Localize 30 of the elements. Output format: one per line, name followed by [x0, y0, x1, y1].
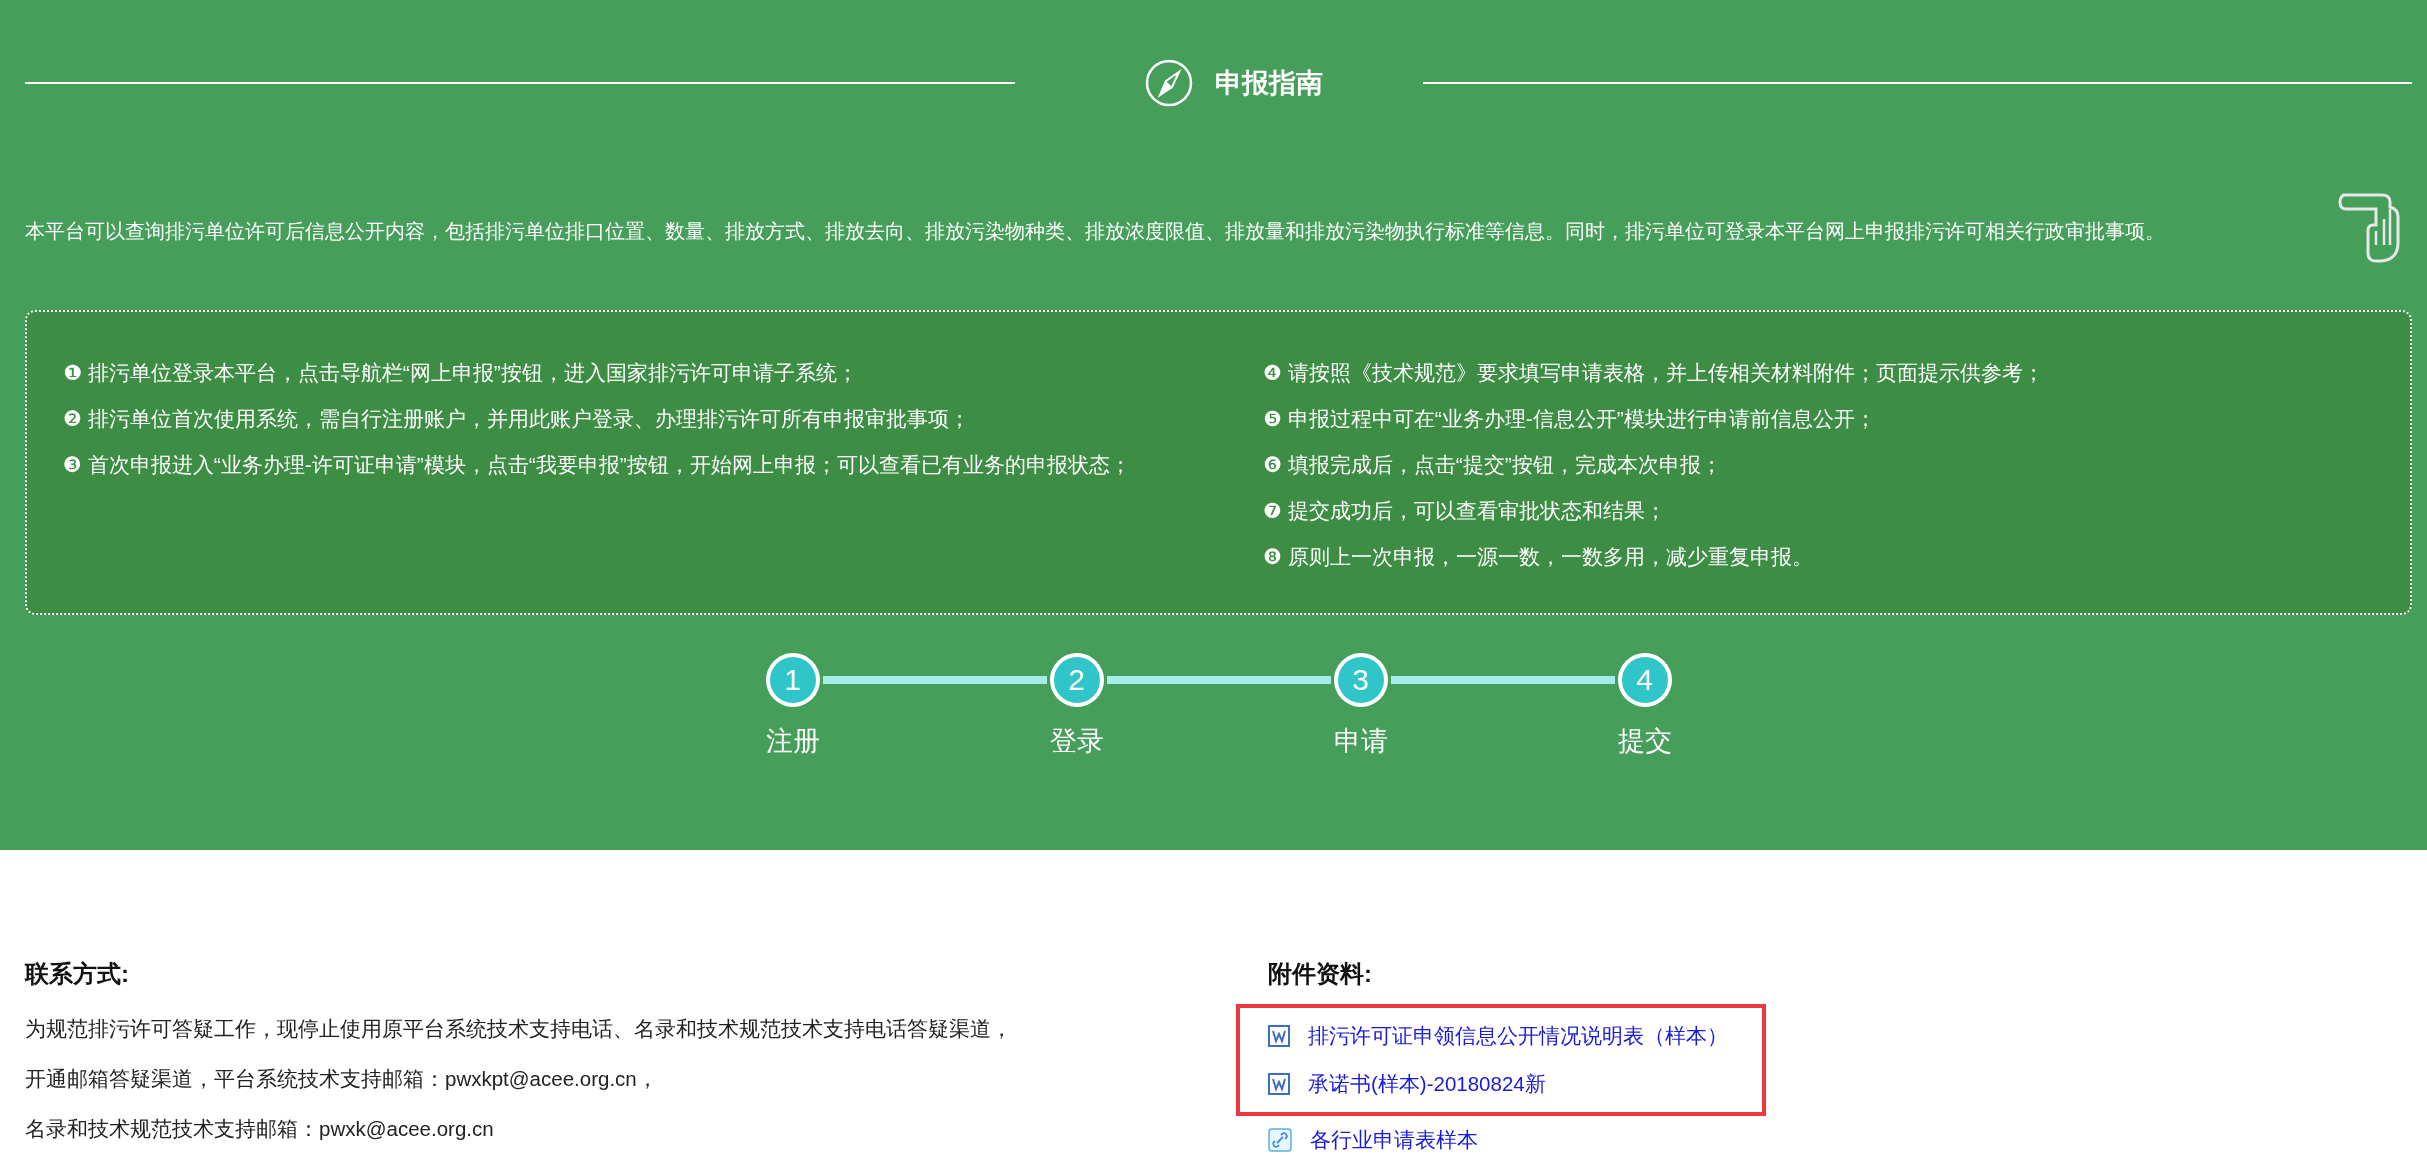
contact-text: 名录和技术规范技术支持邮箱：pwxk@acee.org.cn: [25, 1116, 494, 1142]
instruction-item: ❶ 排污单位登录本平台，点击导航栏“网上申报”按钮，进入国家排污许可申请子系统；: [63, 360, 859, 386]
step-label: 提交: [1617, 725, 1672, 758]
step-number: 4: [1617, 653, 1672, 707]
word-document-icon: [1268, 1073, 1290, 1095]
section-title: 申报指南: [1214, 66, 1323, 100]
attachments-heading: 附件资料:: [1268, 959, 1373, 989]
contact-text: 开通邮箱答疑渠道，平台系统技术支持邮箱：pwxkpt@acee.org.cn，: [25, 1066, 658, 1092]
instruction-item: ❷ 排污单位首次使用系统，需自行注册账户，并用此账户登录、办理排污许可所有申报审批事项；: [63, 406, 971, 432]
step-number: 3: [1333, 653, 1388, 707]
attachment-link[interactable]: 各行业申请表样本: [1268, 1116, 2402, 1164]
attachment-link[interactable]: 承诺书(样本)-20180824新: [1236, 1060, 1766, 1116]
attachment-link[interactable]: 排污许可证申领信息公开情况说明表（样本）: [1236, 1004, 1766, 1060]
instruction-item: ❹ 请按照《技术规范》要求填写申请表格，并上传相关材料附件；页面提示供参考；: [1263, 360, 2045, 386]
instruction-item: ❼ 提交成功后，可以查看审批状态和结果；: [1263, 498, 1667, 524]
contact-heading: 联系方式:: [25, 959, 130, 989]
instruction-item: ❺ 申报过程中可在“业务办理-信息公开”模块进行申请前信息公开；: [1263, 406, 1877, 432]
contact-text: 为规范排污许可答疑工作，现停止使用原平台系统技术支持电话、名录和技术规范技术支持电话答疑渠道，: [25, 1016, 1012, 1042]
intro-text: 本平台可以查询排污单位许可后信息公开内容，包括排污单位排口位置、数量、排放方式、排放去向、排放污染物种类、排放浓度限值、排放量和排放污染物执行标准等信息。同时，排污单位可登录本平台网上申报排污许可相关行政审批事项。: [25, 219, 2166, 244]
step-label: 登录: [1049, 725, 1104, 758]
word-document-icon: [1268, 1025, 1290, 1047]
step-number: 2: [1049, 653, 1104, 707]
instruction-item: ❻ 填报完成后，点击“提交”按钮，完成本次申报；: [1263, 452, 1723, 478]
step-label: 申请: [1333, 725, 1388, 758]
step-label: 注册: [765, 725, 820, 758]
compass-icon: [1144, 58, 1193, 107]
instruction-item: ❸ 首次申报进入“业务办理-许可证申请”模块，点击“我要申报”按钮，开始网上申报；可以查看已有业务的申报状态；: [63, 452, 1132, 478]
step-number: 1: [765, 653, 820, 707]
instruction-item: ❽ 原则上一次申报，一源一数，一数多用，减少重复申报。: [1263, 544, 1814, 570]
link-icon: [1268, 1128, 1292, 1152]
